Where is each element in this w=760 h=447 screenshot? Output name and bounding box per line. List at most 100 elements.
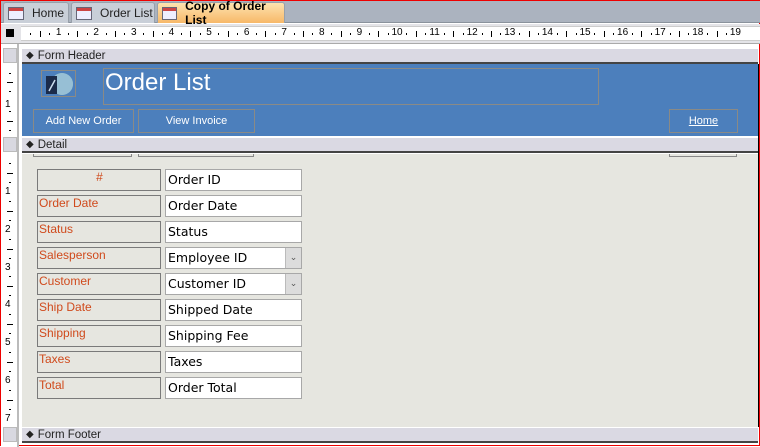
tab-order-list[interactable]: Order List: [71, 2, 155, 23]
section-label: Form Footer: [37, 428, 101, 441]
text-box[interactable]: Taxes: [165, 351, 302, 373]
detail-section: # Order ID Order Date Order Date Status Statu…: [22, 154, 758, 427]
ruler-tick: [528, 31, 530, 37]
ruler-tick: [726, 33, 727, 35]
ruler-tick: [303, 31, 304, 37]
ruler-tick: [566, 31, 568, 37]
button-overflow: [33, 154, 132, 157]
ruler-number: 5: [206, 27, 212, 38]
ruler-tick: [293, 33, 295, 35]
footer-selector[interactable]: [3, 427, 17, 442]
ruler-tick: [406, 33, 408, 35]
tab-copy-of-order-list[interactable]: Copy of Order List: [157, 0, 285, 27]
ruler-tick: [9, 91, 11, 92]
field-label[interactable]: Status: [37, 221, 161, 243]
ruler-tick: [9, 333, 11, 335]
field-label[interactable]: #: [37, 169, 161, 191]
ruler-number: 15: [579, 27, 591, 38]
control-source: Order Date: [168, 198, 238, 213]
ruler-tick: [39, 31, 41, 37]
field-label[interactable]: Order Date: [37, 195, 161, 217]
text-box[interactable]: Shipping Fee: [165, 325, 302, 347]
section-arrow-icon: ◆: [26, 429, 34, 440]
tab-home[interactable]: Home: [3, 2, 69, 23]
section-label: Form Header: [37, 49, 106, 62]
ruler-number: 7: [281, 27, 287, 38]
ruler-tick: [716, 31, 718, 37]
form-title[interactable]: Order List: [103, 68, 599, 105]
control-source: Status: [168, 224, 208, 239]
ruler-tick: [9, 389, 11, 391]
ruler-tick: [378, 31, 380, 37]
ruler-tick: [180, 33, 182, 35]
ruler-tick: [162, 33, 163, 35]
ruler-tick: [415, 31, 417, 37]
vertical-ruler[interactable]: 1 1 2 3 4 5 6 7: [1, 44, 19, 447]
horizontal-ruler[interactable]: 1 2 3 4 5 6 7 8 9 10 11 12 13 14 15 16 17 18 19: [1, 24, 760, 44]
ruler-number: 2: [5, 223, 11, 235]
field-label[interactable]: Shipping: [37, 325, 161, 347]
form-header: Order List Add New Order View Invoice Ho…: [22, 64, 758, 136]
text-box[interactable]: Order Total: [165, 377, 302, 399]
ruler-tick: [218, 33, 220, 35]
ruler-tick: [237, 33, 239, 35]
field-label[interactable]: Salesperson: [37, 247, 161, 269]
ruler-tick: [49, 33, 51, 35]
text-box[interactable]: Order ID: [165, 169, 302, 191]
ruler-tick: [9, 371, 11, 372]
field-label[interactable]: Customer: [37, 273, 161, 295]
button-overflow: [669, 154, 737, 157]
chevron-down-icon[interactable]: ⌄: [285, 274, 301, 294]
field-label[interactable]: Taxes: [37, 351, 161, 373]
ruler-tick: [312, 33, 314, 35]
ruler-tick: [575, 33, 577, 35]
ruler-tick: [265, 31, 267, 37]
logo-image[interactable]: [41, 70, 76, 97]
text-box[interactable]: Shipped Date: [165, 299, 302, 321]
form-icon: [76, 6, 92, 20]
ruler-tick: [7, 286, 13, 288]
field-label[interactable]: Ship Date: [37, 299, 161, 321]
ruler-tick: [491, 31, 492, 37]
home-button[interactable]: Home: [669, 109, 738, 133]
section-arrow-icon: ◆: [26, 50, 34, 61]
ruler-tick: [331, 33, 333, 35]
ruler-number: 3: [5, 261, 11, 273]
ruler-tick: [30, 33, 32, 35]
form-right-edge[interactable]: [758, 64, 759, 427]
text-box[interactable]: Order Date: [165, 195, 302, 217]
control-source: Order ID: [168, 172, 221, 187]
form-header-bar[interactable]: ◆ Form Header: [22, 48, 758, 64]
ruler-tick: [86, 33, 88, 35]
chevron-down-icon[interactable]: ⌄: [285, 248, 301, 268]
ruler-tick: [538, 33, 539, 35]
ruler-number: 6: [5, 375, 11, 386]
text-box[interactable]: Status: [165, 221, 302, 243]
field-label[interactable]: Total: [37, 377, 161, 399]
ruler-scale[interactable]: 1 2 3 4 5 6 7 8 9 10 11 12 13 14 15 16 17 18 19: [21, 26, 760, 41]
section-label: Detail: [37, 138, 68, 151]
ruler-tick: [7, 324, 13, 326]
combo-box[interactable]: Employee ID ⌄: [165, 247, 302, 269]
select-form-box[interactable]: [6, 29, 14, 37]
ruler-tick: [9, 219, 11, 221]
form-icon: [8, 6, 24, 20]
detail-bar[interactable]: ◆ Detail: [22, 137, 758, 153]
ruler-number: 2: [93, 27, 99, 38]
ruler-number: 13: [504, 27, 516, 38]
ruler-number: 10: [391, 27, 403, 38]
combo-box[interactable]: Customer ID ⌄: [165, 273, 302, 295]
header-selector[interactable]: [3, 48, 17, 63]
view-invoice-button[interactable]: View Invoice: [138, 109, 255, 133]
ruler-tick: [7, 399, 13, 401]
tab-label: Home: [32, 6, 65, 20]
ruler-tick: [143, 33, 145, 35]
tab-label: Order List: [100, 6, 153, 20]
ruler-number: 3: [131, 27, 137, 38]
ruler-number: 12: [466, 27, 478, 38]
document-tabs: Home Order List Copy of Order List: [1, 0, 760, 27]
detail-selector[interactable]: [3, 137, 17, 152]
add-new-order-button[interactable]: Add New Order: [33, 109, 134, 133]
form-footer-bar[interactable]: ◆ Form Footer: [22, 427, 758, 443]
ruler-number: 8: [319, 27, 325, 38]
